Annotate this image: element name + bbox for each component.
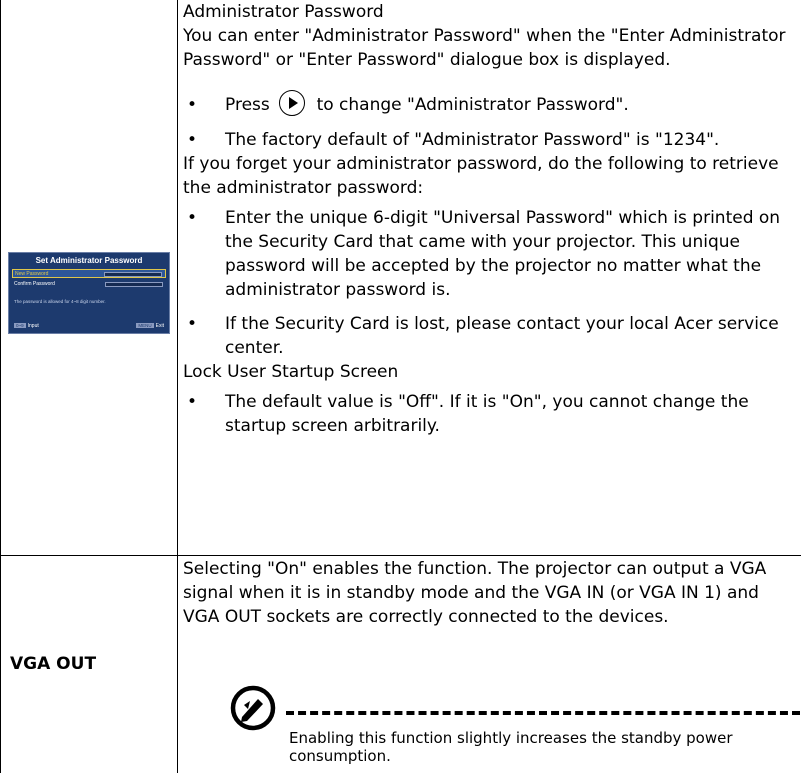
table-row-divider xyxy=(0,555,801,556)
press-text: Press xyxy=(225,95,270,115)
osd-title: Set Administrator Password xyxy=(35,256,143,265)
osd-menu-key: MENU xyxy=(136,323,154,328)
admin-intro-text: You can enter "Administrator Password" w… xyxy=(183,26,786,70)
bullet-lock-default: • The default value is "Off". If it is "… xyxy=(183,390,795,438)
lock-default-text: The default value is "Off". If it is "On… xyxy=(225,392,749,436)
table-column-divider xyxy=(177,0,178,773)
vga-out-label: VGA OUT xyxy=(10,654,97,674)
note-pen-icon xyxy=(230,685,276,731)
admin-password-description: Administrator Password You can enter "Ad… xyxy=(183,0,795,438)
osd-footer-input: 0~9 Input xyxy=(14,323,39,329)
osd-set-admin-password-screenshot: Set Administrator Password New Password … xyxy=(8,252,170,334)
factory-default-text: The factory default of "Administrator Pa… xyxy=(225,130,720,150)
osd-footer-exit: MENU Exit xyxy=(136,323,164,329)
bullet-glyph: • xyxy=(187,208,198,228)
osd-confirm-password-row: Confirm Password xyxy=(12,280,166,289)
right-arrow-button-icon xyxy=(279,90,306,116)
osd-new-password-field xyxy=(104,272,162,277)
osd-new-password-row: New Password xyxy=(12,269,166,278)
bullet-glyph: • xyxy=(187,130,198,150)
universal-password-text: Enter the unique 6-digit "Universal Pass… xyxy=(225,208,781,300)
security-card-lost-text: If the Security Card is lost, please con… xyxy=(225,314,779,358)
table-border-left xyxy=(0,0,1,773)
bullet-glyph: • xyxy=(187,95,198,115)
note-dashed-rule xyxy=(286,711,800,715)
press-text-after: to change "Administrator Password". xyxy=(316,95,629,115)
osd-note: The password is allowed for 4~8 digit nu… xyxy=(14,299,106,304)
osd-confirm-password-field xyxy=(105,282,163,287)
heading-administrator-password: Administrator Password xyxy=(183,2,384,22)
osd-exit-label: Exit xyxy=(155,323,164,329)
bullet-security-card-lost: • If the Security Card is lost, please c… xyxy=(183,312,795,360)
bullet-universal-password: • Enter the unique 6-digit "Universal Pa… xyxy=(183,206,795,302)
vga-out-text: Selecting "On" enables the function. The… xyxy=(183,559,767,627)
vga-out-description: Selecting "On" enables the function. The… xyxy=(183,557,795,629)
osd-digit-key: 0~9 xyxy=(14,323,26,328)
bullet-factory-default: • The factory default of "Administrator … xyxy=(183,128,795,152)
note-text: Enabling this function slightly increase… xyxy=(289,729,733,765)
osd-confirm-password-label: Confirm Password xyxy=(14,281,55,287)
osd-new-password-label: New Password xyxy=(15,271,49,277)
forget-password-text: If you forget your administrator passwor… xyxy=(183,154,779,198)
bullet-glyph: • xyxy=(187,392,198,412)
bullet-press-play: • Press to change "Administrator Passwor… xyxy=(183,90,795,118)
heading-lock-user-startup-screen: Lock User Startup Screen xyxy=(183,362,399,382)
manual-page: Set Administrator Password New Password … xyxy=(0,0,801,773)
osd-input-label: Input xyxy=(27,323,39,329)
bullet-glyph: • xyxy=(187,314,198,334)
